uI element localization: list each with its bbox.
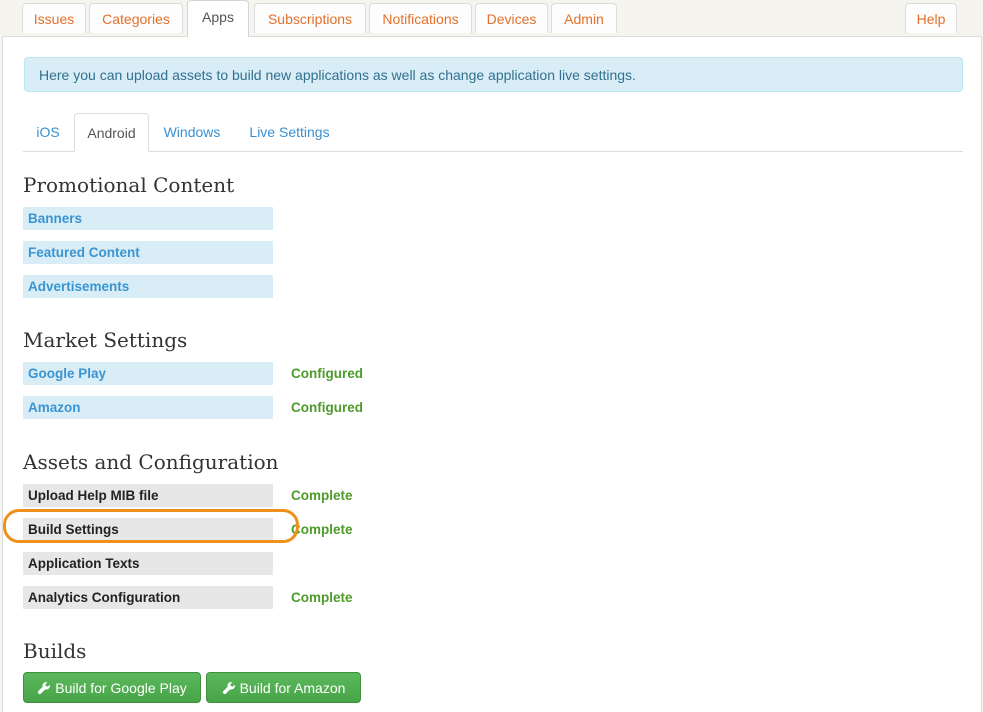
wrench-icon xyxy=(38,681,51,694)
tab-apps[interactable]: Apps xyxy=(187,0,249,37)
tab-ios[interactable]: iOS xyxy=(25,113,71,151)
analytics-configuration-status: Complete xyxy=(291,590,353,605)
tab-windows[interactable]: Windows xyxy=(153,113,231,151)
advertisements-link[interactable]: Advertisements xyxy=(23,275,273,298)
analytics-configuration-link[interactable]: Analytics Configuration xyxy=(23,586,273,609)
tab-categories[interactable]: Categories xyxy=(89,3,183,33)
upload-help-mib-link[interactable]: Upload Help MIB file xyxy=(23,484,273,507)
google-play-link[interactable]: Google Play xyxy=(23,362,273,385)
build-amazon-label: Build for Amazon xyxy=(239,679,346,696)
application-texts-link[interactable]: Application Texts xyxy=(23,552,273,575)
tab-issues[interactable]: Issues xyxy=(22,3,86,33)
build-settings-link[interactable]: Build Settings xyxy=(23,518,273,541)
build-google-play-label: Build for Google Play xyxy=(55,679,187,696)
tab-subscriptions[interactable]: Subscriptions xyxy=(254,3,366,33)
upload-help-mib-status: Complete xyxy=(291,488,353,503)
featured-content-link[interactable]: Featured Content xyxy=(23,241,273,264)
promotional-content-heading: Promotional Content xyxy=(23,173,235,197)
build-google-play-button[interactable]: Build for Google Play xyxy=(23,672,201,703)
top-navigation: Issues Categories Apps Subscriptions Not… xyxy=(0,0,983,37)
wrench-icon xyxy=(222,681,235,694)
banners-link[interactable]: Banners xyxy=(23,207,273,230)
tab-live-settings[interactable]: Live Settings xyxy=(237,113,342,151)
google-play-status: Configured xyxy=(291,366,363,381)
tab-devices[interactable]: Devices xyxy=(475,3,548,33)
amazon-link[interactable]: Amazon xyxy=(23,396,273,419)
info-alert: Here you can upload assets to build new … xyxy=(24,57,963,92)
assets-configuration-heading: Assets and Configuration xyxy=(23,450,279,474)
tab-android[interactable]: Android xyxy=(74,113,149,152)
build-amazon-button[interactable]: Build for Amazon xyxy=(206,672,361,703)
builds-heading: Builds xyxy=(23,639,87,663)
amazon-status: Configured xyxy=(291,400,363,415)
tab-notifications[interactable]: Notifications xyxy=(369,3,472,33)
help-tab[interactable]: Help xyxy=(905,3,957,33)
platform-tabs: iOS Android Windows Live Settings xyxy=(23,113,963,152)
market-settings-heading: Market Settings xyxy=(23,328,188,352)
apps-panel: Here you can upload assets to build new … xyxy=(2,36,982,712)
build-settings-status: Complete xyxy=(291,522,353,537)
tab-admin[interactable]: Admin xyxy=(551,3,617,33)
